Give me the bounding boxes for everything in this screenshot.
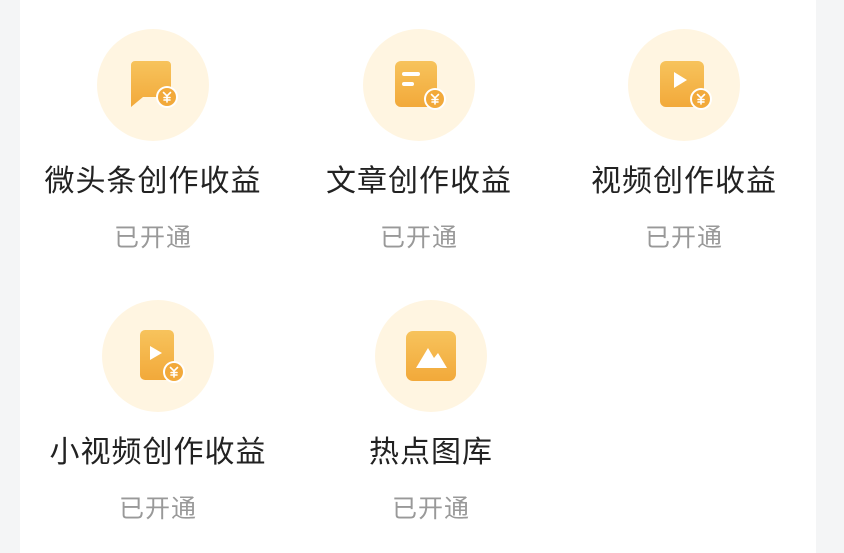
tile-hot-image-gallery[interactable]: 热点图库 已开通	[311, 271, 551, 523]
article-yuan-icon	[389, 55, 449, 115]
tile-status: 已开通	[113, 223, 192, 252]
icon-circle	[102, 300, 214, 412]
tile-status: 已开通	[644, 223, 723, 252]
tile-short-video-revenue[interactable]: 小视频创作收益 已开通	[38, 271, 278, 523]
tile-status: 已开通	[118, 494, 197, 523]
tile-video-revenue[interactable]: 视频创作收益 已开通	[564, 0, 804, 252]
tile-article-revenue[interactable]: 文章创作收益 已开通	[299, 0, 539, 252]
icon-circle	[628, 29, 740, 141]
short-video-yuan-icon	[128, 326, 188, 386]
tile-title: 视频创作收益	[591, 164, 777, 199]
revenue-card: 微头条创作收益 已开通 文章创作收益 已开通 视频创作收益 已开通 小视频创作收…	[20, 0, 816, 553]
tile-weitoutiao-revenue[interactable]: 微头条创作收益 已开通	[33, 0, 273, 252]
tile-title: 小视频创作收益	[49, 435, 267, 470]
tile-status: 已开通	[391, 494, 470, 523]
chat-bubble-yuan-icon	[123, 55, 183, 115]
icon-circle	[97, 29, 209, 141]
video-yuan-icon	[654, 55, 714, 115]
icon-circle	[375, 300, 487, 412]
tile-status: 已开通	[379, 223, 458, 252]
tile-title: 微头条创作收益	[44, 164, 262, 199]
tile-title: 热点图库	[369, 435, 493, 470]
icon-circle	[363, 29, 475, 141]
image-gallery-icon	[401, 326, 461, 386]
tile-title: 文章创作收益	[326, 164, 512, 199]
